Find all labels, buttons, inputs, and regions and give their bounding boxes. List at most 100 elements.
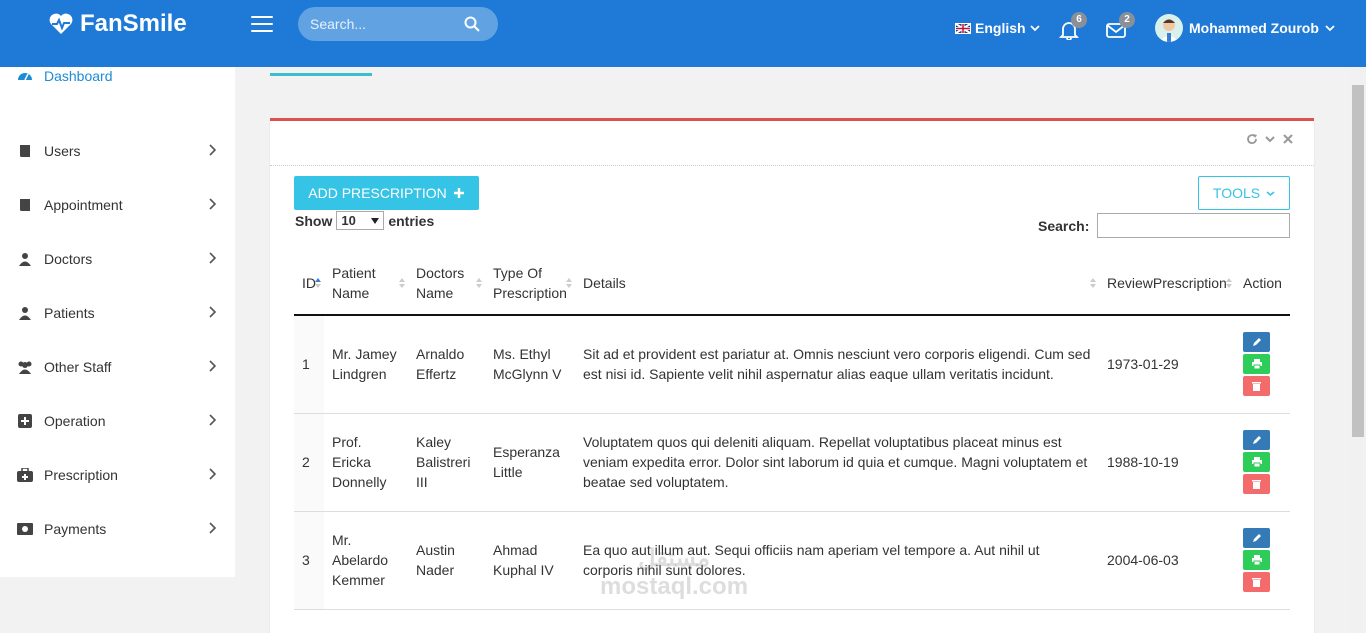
cell-patient: Prof. Ericka Donnelly: [324, 413, 408, 512]
tools-button[interactable]: TOOLS: [1198, 176, 1290, 210]
trash-icon: [1252, 480, 1261, 489]
collapse-chevron-icon[interactable]: [1264, 133, 1276, 145]
page-scrollbar[interactable]: [1350, 67, 1366, 633]
print-icon: [1251, 457, 1262, 467]
sidebar-item-label: Other Staff: [44, 359, 112, 375]
cell-doctor: Arnaldo Effertz: [408, 315, 485, 414]
sidebar-item-operation[interactable]: Operation: [17, 409, 217, 433]
money-bill-icon: [17, 521, 33, 537]
print-icon: [1251, 359, 1262, 370]
cell-review: 1988-10-19: [1099, 413, 1235, 512]
print-button[interactable]: [1243, 550, 1270, 570]
prescriptions-card: ADD PRESCRIPTION TOOLS Show 10 entries S…: [270, 118, 1314, 633]
table-row: 1 Mr. Jamey Lindgren Arnaldo Effertz Ms.…: [294, 315, 1290, 414]
pencil-icon: [1252, 338, 1261, 347]
sort-icon: [1226, 277, 1232, 288]
language-label: English: [975, 20, 1026, 36]
sidebar-item-appointment[interactable]: Appointment: [17, 193, 217, 217]
avatar: [1155, 14, 1183, 42]
search-icon[interactable]: [464, 16, 480, 32]
cell-details: Sit ad et provident est pariatur at. Omn…: [575, 315, 1099, 414]
cell-review: 2004-06-03: [1099, 511, 1235, 610]
card-tools: [1246, 133, 1294, 145]
column-header-details[interactable]: Details: [575, 251, 1099, 316]
entries-value: 10: [341, 213, 356, 228]
chevron-right-icon: [209, 198, 217, 210]
column-header-id[interactable]: ID: [294, 251, 324, 316]
heart-pulse-icon: [49, 13, 73, 34]
sort-icon: [399, 277, 405, 288]
cell-id: 2: [294, 413, 324, 512]
cell-doctor: Kaley Balistreri III: [408, 413, 485, 512]
sidebar-item-other-staff[interactable]: Other Staff: [17, 355, 217, 379]
sidebar-item-users[interactable]: Users: [17, 139, 217, 163]
add-prescription-button[interactable]: ADD PRESCRIPTION: [294, 176, 479, 210]
chevron-right-icon: [209, 522, 217, 534]
scrollbar-thumb[interactable]: [1352, 85, 1364, 437]
edit-button[interactable]: [1243, 332, 1270, 353]
tools-label: TOOLS: [1212, 185, 1261, 201]
plus-icon: [453, 188, 464, 198]
cell-review: 1973-01-29: [1099, 315, 1235, 414]
brand-name: FanSmile: [80, 10, 187, 37]
messages-envelope-icon[interactable]: 2: [1106, 12, 1135, 40]
sidebar: Dashboard Users Appointment Doctors Pati…: [0, 67, 235, 577]
refresh-icon[interactable]: [1246, 133, 1258, 145]
cell-actions: [1235, 413, 1290, 512]
sidebar-item-dashboard[interactable]: Dashboard: [17, 64, 217, 88]
cell-actions: [1235, 511, 1290, 610]
medkit-icon: [17, 467, 33, 483]
print-button[interactable]: [1243, 452, 1270, 472]
users-group-icon: [17, 359, 33, 375]
header-search-input[interactable]: [298, 7, 458, 41]
sidebar-item-prescription[interactable]: Prescription: [17, 463, 217, 487]
watermark: مستقل mostaql.com: [600, 545, 748, 601]
user-menu[interactable]: Mohammed Zourob: [1155, 14, 1335, 42]
delete-button[interactable]: [1243, 572, 1270, 592]
sort-icon: [476, 277, 482, 288]
menu-toggle-icon[interactable]: [251, 16, 273, 34]
cell-details: Voluptatem quos qui deleniti aliquam. Re…: [575, 413, 1099, 512]
active-tab-indicator: [270, 73, 372, 76]
delete-button[interactable]: [1243, 474, 1270, 494]
delete-button[interactable]: [1243, 376, 1270, 397]
column-header-review[interactable]: ReviewPrescription: [1099, 251, 1235, 316]
edit-button[interactable]: [1243, 430, 1270, 450]
cell-id: 1: [294, 315, 324, 414]
cell-type: Esperanza Little: [485, 413, 575, 512]
sort-icon: [566, 277, 572, 288]
brand-logo[interactable]: FanSmile: [48, 10, 187, 38]
doctor-icon: [17, 251, 33, 267]
column-header-action: Action: [1235, 251, 1290, 316]
sidebar-item-label: Patients: [44, 305, 95, 321]
close-icon[interactable]: [1282, 133, 1294, 145]
chevron-down-icon: [1029, 25, 1040, 32]
sidebar-item-patients[interactable]: Patients: [17, 301, 217, 325]
entries-label: entries: [388, 212, 435, 229]
sidebar-item-payments[interactable]: Payments: [17, 517, 217, 541]
watermark-url: mostaql.com: [600, 573, 749, 600]
print-button[interactable]: [1243, 354, 1270, 375]
cell-actions: [1235, 315, 1290, 414]
sort-icon: [1090, 277, 1096, 288]
sidebar-item-doctors[interactable]: Doctors: [17, 247, 217, 271]
chevron-right-icon: [209, 306, 217, 318]
table-search-input[interactable]: [1097, 213, 1291, 238]
column-header-type[interactable]: Type Of Prescription: [485, 251, 575, 316]
table-search: Search:: [1038, 213, 1291, 238]
notifications-bell-icon[interactable]: 6: [1058, 12, 1087, 41]
plus-square-icon: [17, 413, 33, 429]
sidebar-item-label: Operation: [44, 413, 106, 429]
column-header-doctors-name[interactable]: Doctors Name: [408, 251, 485, 316]
edit-button[interactable]: [1243, 528, 1270, 548]
entries-select[interactable]: 10: [336, 211, 385, 230]
cell-patient: Mr. Abelardo Kemmer: [324, 511, 408, 610]
book-icon: [17, 197, 33, 213]
chevron-right-icon: [209, 468, 217, 480]
column-header-patient-name[interactable]: Patient Name: [324, 251, 408, 316]
sidebar-item-label: Doctors: [44, 251, 93, 267]
sort-asc-icon: [315, 277, 321, 288]
sidebar-item-label: Payments: [44, 521, 107, 537]
chevron-right-icon: [209, 144, 217, 156]
language-dropdown[interactable]: English: [955, 20, 1040, 36]
